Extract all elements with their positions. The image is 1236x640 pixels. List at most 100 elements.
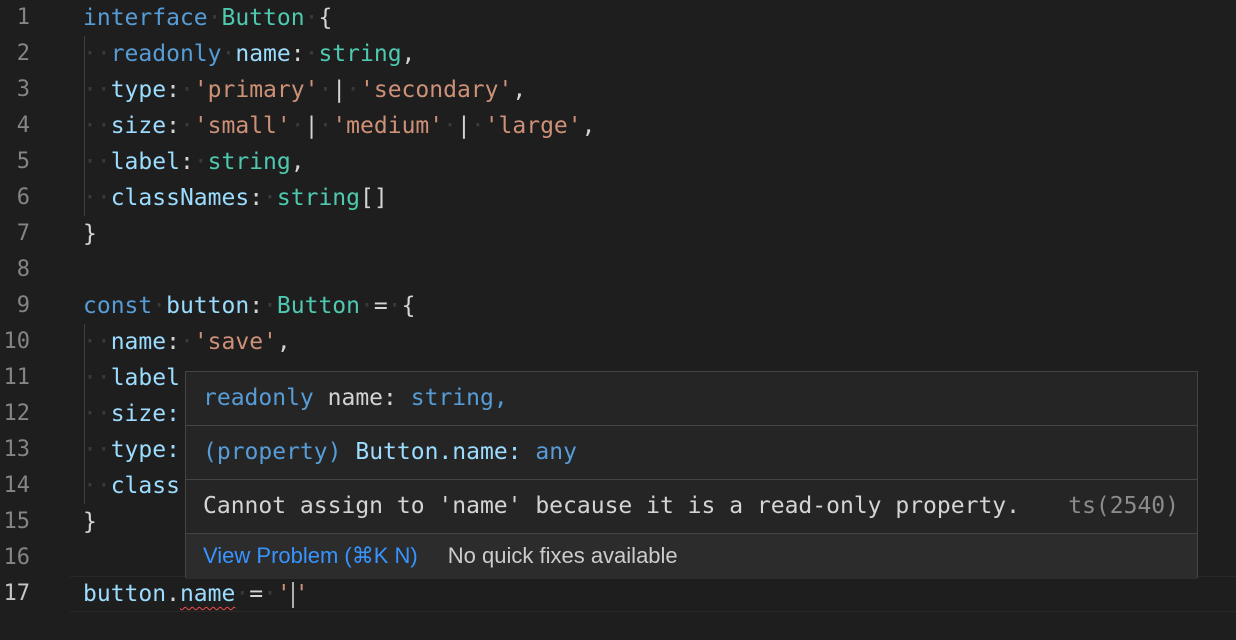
comma: , xyxy=(581,113,596,139)
line-number: 1 xyxy=(16,5,30,30)
code-line-11: ··label xyxy=(83,365,180,391)
string-literal: 'large' xyxy=(484,113,582,139)
code-line-4: ··size:·'small'·|·'medium'·|·'large', xyxy=(83,113,596,139)
line-number: 2 xyxy=(16,41,30,66)
text-cursor xyxy=(291,581,294,608)
line-number: 14 xyxy=(3,473,31,498)
code-line-2: ··readonly·name:·string, xyxy=(83,41,416,67)
line-number: 7 xyxy=(16,221,30,246)
hover-signature: readonly name: string, xyxy=(186,372,1197,425)
line-number: 12 xyxy=(3,401,31,426)
type-name: string xyxy=(207,149,291,175)
type-name: string xyxy=(276,185,360,211)
brace: { xyxy=(318,5,333,31)
union-bar: | xyxy=(456,113,471,139)
line-number: 6 xyxy=(16,185,30,210)
hover-property-info: (property) Button.name: any xyxy=(186,426,1197,479)
colon: : xyxy=(249,293,264,319)
code-line-12: ··size: xyxy=(83,401,180,427)
hover-error-row: Cannot assign to 'name' because it is a … xyxy=(186,480,1197,533)
string-literal: 'save' xyxy=(193,329,277,355)
modifier: readonly xyxy=(110,41,222,67)
colon: : xyxy=(166,77,180,103)
signature-type: string, xyxy=(410,385,508,411)
string-literal: ' xyxy=(276,581,291,607)
keyword: const xyxy=(83,293,153,319)
code-line-17: button.name·=·' ' xyxy=(83,581,309,608)
property: name xyxy=(110,329,167,355)
line-number: 3 xyxy=(16,77,30,102)
no-quick-fixes-label: No quick fixes available xyxy=(447,543,678,568)
code-line-3: ··type:·'primary'·|·'secondary', xyxy=(83,77,527,103)
type-name: string xyxy=(318,41,402,67)
property-name: Button.name: xyxy=(355,439,522,465)
line-number: 15 xyxy=(3,509,31,534)
equals: = xyxy=(249,581,264,607)
colon: : xyxy=(166,113,180,139)
line-number-active: 17 xyxy=(3,581,31,606)
union-bar: | xyxy=(304,113,319,139)
property: type xyxy=(110,77,167,103)
property-label: (property) xyxy=(203,439,342,465)
error-message: Cannot assign to 'name' because it is a … xyxy=(203,493,1020,519)
string-literal: 'medium' xyxy=(332,113,444,139)
property: label xyxy=(110,149,180,175)
error-code: ts(2540) xyxy=(1068,493,1179,519)
variable: button xyxy=(83,581,167,607)
colon: : xyxy=(179,149,194,175)
error-squiggle-name[interactable]: name xyxy=(180,581,235,607)
signature-name: name: xyxy=(327,385,397,411)
code-line-7: } xyxy=(83,216,97,252)
property: class xyxy=(110,473,180,499)
code-editor[interactable]: 1 2 3 4 5 6 7 8 9 10 11 12 13 14 15 16 1… xyxy=(0,0,1236,640)
string-literal: 'secondary' xyxy=(360,77,513,103)
brace: } xyxy=(83,221,97,247)
code-line-15: } xyxy=(83,504,97,540)
property: label xyxy=(110,365,180,391)
property: type: xyxy=(110,437,180,463)
equals: = xyxy=(373,293,388,319)
line-number: 4 xyxy=(16,113,30,138)
brace: { xyxy=(401,293,416,319)
comma: , xyxy=(401,41,416,67)
type-name: Button xyxy=(221,5,305,31)
property: size xyxy=(110,113,167,139)
signature-keyword: readonly xyxy=(203,385,314,411)
comma: , xyxy=(290,149,305,175)
keyword: interface xyxy=(83,5,208,31)
line-number: 9 xyxy=(16,293,30,318)
brace: } xyxy=(83,509,97,535)
code-line-1: interface·Button·{ xyxy=(83,5,333,31)
colon: : xyxy=(166,329,180,355)
code-line-6: ··classNames:·string[] xyxy=(83,185,388,211)
code-line-13: ··type: xyxy=(83,437,180,463)
code-line-14: ··class xyxy=(83,473,180,499)
line-number: 8 xyxy=(16,257,30,282)
hover-tooltip[interactable]: readonly name: string, (property) Button… xyxy=(185,371,1198,579)
string-literal: 'small' xyxy=(193,113,291,139)
line-number: 10 xyxy=(3,329,31,354)
string-literal: 'primary' xyxy=(193,77,319,103)
code-line-10: ··name:·'save', xyxy=(83,329,291,355)
dot: . xyxy=(166,581,180,607)
view-problem-link[interactable]: View Problem (⌘K N) xyxy=(203,543,418,568)
comma: , xyxy=(512,77,527,103)
variable: button xyxy=(166,293,250,319)
comma: , xyxy=(276,329,291,355)
line-number: 11 xyxy=(3,365,31,390)
type-name: Button xyxy=(276,293,361,319)
array-brackets: [] xyxy=(360,185,388,211)
string-literal: ' xyxy=(294,581,309,607)
union-bar: | xyxy=(332,77,347,103)
line-number: 13 xyxy=(3,437,31,462)
line-number: 16 xyxy=(3,545,31,570)
property: name xyxy=(235,41,291,67)
property-type: any xyxy=(535,439,577,465)
code-line-9: const·button:·Button·=·{ xyxy=(83,293,416,319)
code-line-5: ··label:·string, xyxy=(83,149,305,175)
hover-actions-bar: View Problem (⌘K N) No quick fixes availa… xyxy=(186,533,1197,579)
property: size: xyxy=(110,401,180,427)
colon: : xyxy=(249,185,264,211)
colon: : xyxy=(290,41,305,67)
property: classNames xyxy=(110,185,250,211)
